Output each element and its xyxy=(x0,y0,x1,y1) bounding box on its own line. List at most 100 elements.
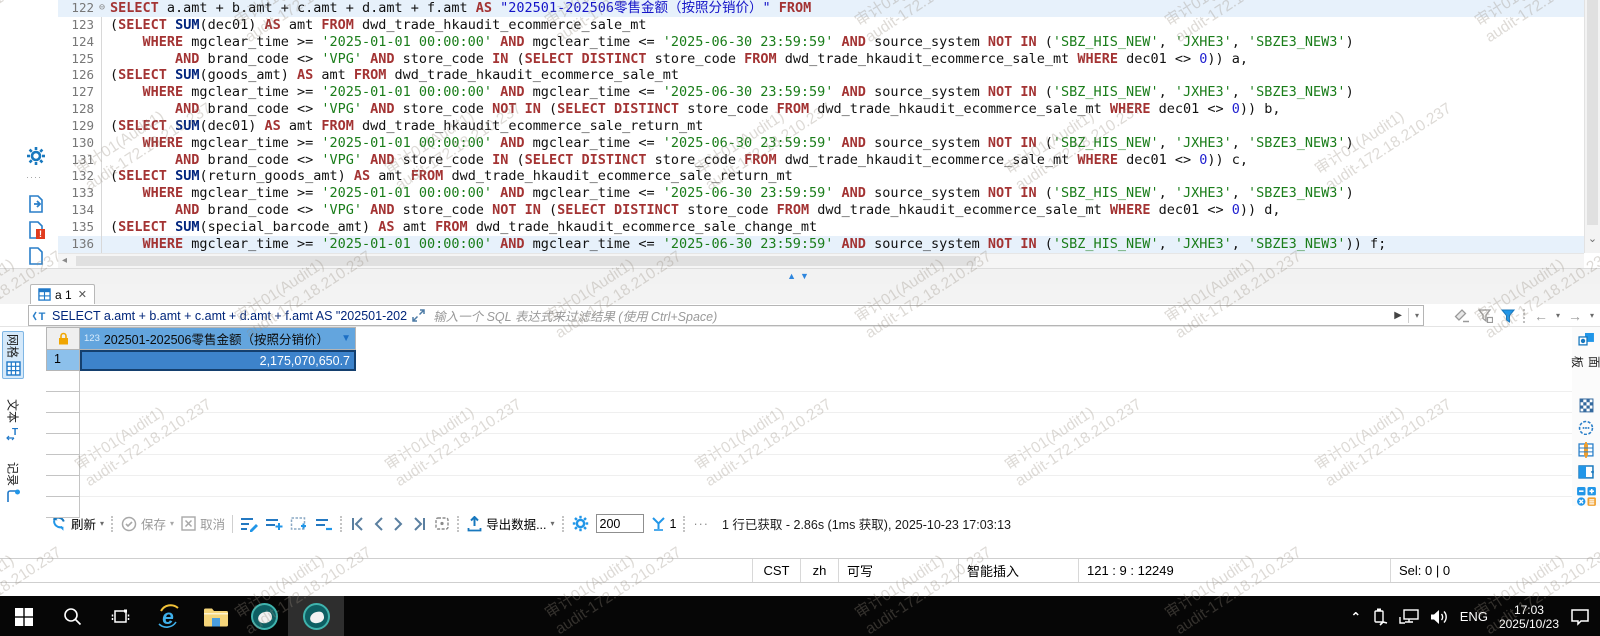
code-line-135[interactable]: 135 (SELECT SUM(special_barcode_amt) AS a… xyxy=(58,218,1584,236)
grid-empty-area[interactable] xyxy=(80,371,1572,506)
sql-editor[interactable]: ···· ! 122 ⊖ SELECT a.amt + b.amt + c.amt … xyxy=(0,0,1600,268)
code-line-132[interactable]: 132 (SELECT SUM(return_goods_amt) AS amt … xyxy=(58,168,1584,186)
empty-row-stub[interactable] xyxy=(46,434,80,455)
toolbar-grip-dots[interactable]: ···· xyxy=(26,172,46,192)
filter-forward-icon[interactable]: → xyxy=(1568,309,1582,323)
grid-corner-cell[interactable] xyxy=(46,327,80,350)
result-grid[interactable]: 123 202501-202506零售金额（按照分销价） ▼ 1 2,175,0… xyxy=(46,327,1572,518)
usb-device-icon[interactable] xyxy=(1372,608,1388,626)
code-line-130[interactable]: 130 WHERE mgclear_time >= '2025-01-01 00… xyxy=(58,134,1584,152)
fold-collapse-icon[interactable]: ⊖ xyxy=(94,0,110,17)
results-tab-a1[interactable]: a 1 ✕ xyxy=(30,284,95,304)
layout-panel-icon[interactable] xyxy=(1577,465,1595,480)
first-row-icon[interactable] xyxy=(350,516,366,531)
last-row-icon[interactable] xyxy=(411,516,427,531)
dbeaver-app-button[interactable] xyxy=(240,596,288,636)
file-explorer-button[interactable] xyxy=(192,596,240,636)
go-to-row-icon[interactable] xyxy=(434,516,450,531)
code-line-122[interactable]: 122 ⊖ SELECT a.amt + b.amt + c.amt + d.amt… xyxy=(58,0,1584,17)
network-icon[interactable] xyxy=(1399,608,1419,625)
scroll-left-arrow-icon[interactable]: ◂ xyxy=(58,255,67,266)
scrollbar-thumb[interactable] xyxy=(1587,0,1598,225)
tab-grid-view[interactable]: 网格 xyxy=(2,331,24,380)
code-line-136[interactable]: 136 WHERE mgclear_time >= '2025-01-01 00… xyxy=(58,235,1584,253)
code-line-131[interactable]: 131 AND brand_code <> 'VPG' AND store_co… xyxy=(58,151,1584,169)
row-header[interactable]: 1 xyxy=(46,350,80,371)
code-line-134[interactable]: 134 AND brand_code <> 'VPG' AND store_co… xyxy=(58,202,1584,219)
caret-down-icon[interactable]: ▾ xyxy=(100,519,104,528)
start-button[interactable] xyxy=(0,596,48,636)
code-line-126[interactable]: 126 (SELECT SUM(goods_amt) AS amt FROM dw… xyxy=(58,67,1584,85)
delete-row-icon[interactable] xyxy=(315,516,333,532)
tab-text-view[interactable]: 文本 T xyxy=(2,397,24,443)
cancel-button[interactable]: 取消 xyxy=(181,514,225,533)
keyboard-language[interactable]: ENG xyxy=(1460,609,1488,624)
filter-input[interactable]: T SELECT a.amt + b.amt + c.amt + d.amt +… xyxy=(28,305,1424,326)
code-line-124[interactable]: 124 WHERE mgclear_time >= '2025-01-01 00… xyxy=(58,33,1584,51)
column-header[interactable]: 123 202501-202506零售金额（按照分销价） ▼ xyxy=(80,327,356,350)
column-dropdown-icon[interactable]: ▼ xyxy=(341,333,351,344)
edit-row-icon[interactable] xyxy=(240,516,259,532)
erase-filter-icon[interactable] xyxy=(1454,308,1470,323)
filter-settings-icon[interactable] xyxy=(1477,308,1493,323)
fetch-settings-gear-icon[interactable] xyxy=(572,515,589,532)
editor-vertical-scrollbar[interactable]: ⌄ xyxy=(1584,0,1600,253)
status-writable[interactable]: 可写 xyxy=(838,559,958,582)
code-line-127[interactable]: 127 WHERE mgclear_time >= '2025-01-01 00… xyxy=(58,84,1584,102)
empty-row-stub[interactable] xyxy=(46,476,80,497)
action-center-icon[interactable] xyxy=(1570,608,1590,626)
task-view-button[interactable] xyxy=(96,596,144,636)
code-line-129[interactable]: 129 (SELECT SUM(dec01) AS amt FROM dwd_tr… xyxy=(58,117,1584,135)
volume-icon[interactable] xyxy=(1430,609,1449,625)
metadata-icon[interactable] xyxy=(1578,420,1594,436)
status-caret-position[interactable]: 121 : 9 : 12249 xyxy=(1078,559,1390,582)
filter-enabled-icon[interactable] xyxy=(1500,309,1515,323)
scrollbar-thumb[interactable] xyxy=(76,256,976,266)
status-insert-mode[interactable]: 智能插入 xyxy=(958,559,1078,582)
filter-history-caret-icon[interactable]: ▾ xyxy=(1415,311,1419,320)
apply-filter-icon[interactable]: ▶ xyxy=(1394,310,1402,321)
code-line-128[interactable]: 128 AND brand_code <> 'VPG' AND store_co… xyxy=(58,101,1584,118)
empty-row-stub[interactable] xyxy=(46,371,80,392)
taskbar-clock[interactable]: 17:03 2025/10/23 xyxy=(1499,603,1559,631)
caret-down-icon[interactable]: ▾ xyxy=(1556,311,1560,320)
dbeaver-app-button-active[interactable] xyxy=(288,596,344,636)
overflow-menu-icon[interactable]: ··· xyxy=(693,517,709,531)
export-data-button[interactable]: 导出数据... ▾ xyxy=(467,514,555,533)
save-button[interactable]: 保存 ▾ xyxy=(121,514,174,533)
previous-row-icon[interactable] xyxy=(373,516,385,531)
result-value-cell[interactable]: 2,175,070,650.7 xyxy=(80,350,356,371)
status-language[interactable]: zh xyxy=(800,559,838,582)
script-doc-icon[interactable] xyxy=(26,246,46,266)
code-line-133[interactable]: 133 WHERE mgclear_time >= '2025-01-01 00… xyxy=(58,185,1584,203)
empty-row-stub[interactable] xyxy=(46,392,80,413)
empty-row-stub[interactable] xyxy=(46,497,80,518)
editor-horizontal-scrollbar[interactable]: ◂ xyxy=(58,253,1584,268)
fetch-size-input[interactable] xyxy=(595,514,644,533)
caret-down-icon[interactable]: ▾ xyxy=(551,519,555,528)
close-icon[interactable]: ✕ xyxy=(78,288,87,301)
next-row-icon[interactable] xyxy=(392,516,404,531)
gear-icon[interactable] xyxy=(26,146,46,166)
show-hidden-icons-button[interactable]: ⌃ xyxy=(1351,610,1361,624)
add-row-icon[interactable] xyxy=(265,516,283,532)
expand-filter-icon[interactable] xyxy=(412,309,425,322)
code-line-125[interactable]: 125 AND brand_code <> 'VPG' AND store_co… xyxy=(58,50,1584,68)
search-button[interactable] xyxy=(48,596,96,636)
sash-up-icon[interactable]: ▲ xyxy=(787,271,800,281)
status-selection[interactable]: Sel: 0 | 0 xyxy=(1390,559,1600,582)
panel-actions-icons[interactable] xyxy=(1576,487,1596,506)
code-line-123[interactable]: 123 (SELECT SUM(dec01) AS amt FROM dwd_tr… xyxy=(58,16,1584,34)
empty-row-stub[interactable] xyxy=(46,413,80,434)
empty-row-stub[interactable] xyxy=(46,455,80,476)
panels-label[interactable]: 面板 xyxy=(1569,356,1600,380)
caret-down-icon[interactable]: ▾ xyxy=(1590,311,1594,320)
value-viewer-icon[interactable] xyxy=(1579,398,1594,413)
editor-results-sash[interactable]: ▲▼ xyxy=(0,268,1600,284)
filter-back-icon[interactable]: ← xyxy=(1534,309,1548,323)
execute-script-icon[interactable] xyxy=(26,194,46,214)
internet-explorer-button[interactable]: e xyxy=(144,596,192,636)
sash-down-icon[interactable]: ▼ xyxy=(800,271,813,281)
panels-icon[interactable] xyxy=(1577,332,1595,349)
tab-record-view[interactable]: 记录 xyxy=(2,460,24,506)
